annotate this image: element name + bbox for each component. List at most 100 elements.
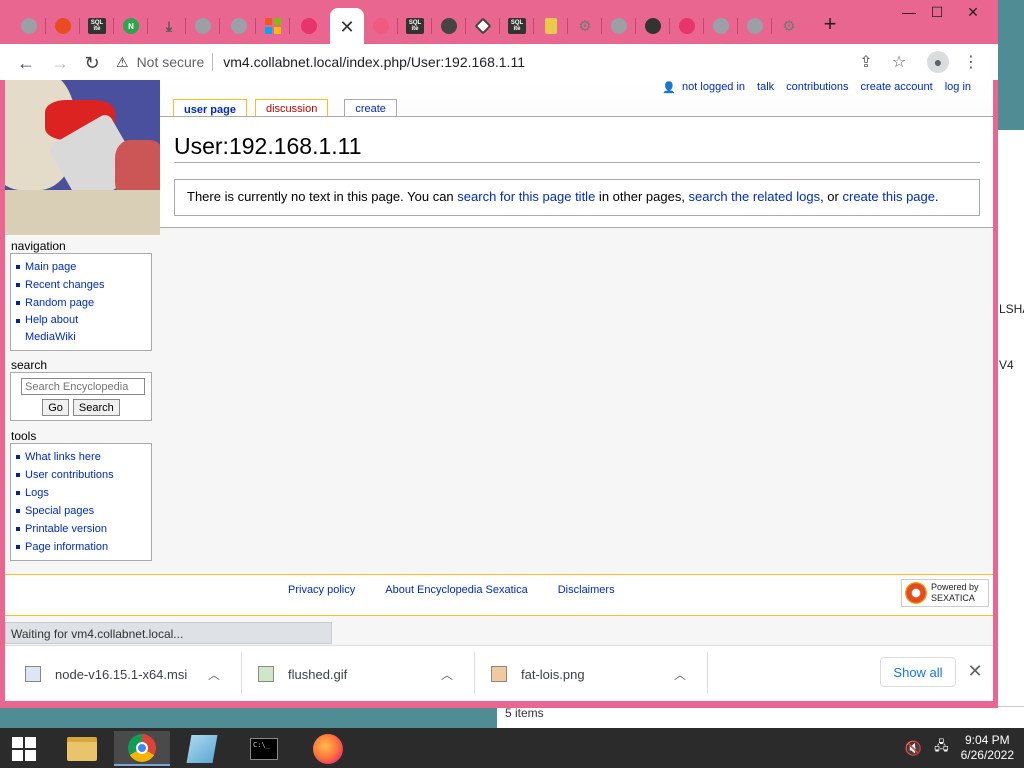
network-icon[interactable]: 🖧 — [934, 737, 949, 759]
window-close-button[interactable]: ✕ — [950, 0, 996, 24]
create-account-link[interactable]: create account — [861, 81, 933, 94]
browser-tab[interactable]: N — [114, 10, 148, 42]
forward-arrow-icon[interactable]: → — [46, 49, 74, 77]
about-link[interactable]: About Encyclopedia Sexatica — [385, 584, 527, 596]
tool-logs[interactable]: Logs — [15, 484, 145, 502]
log-in-link[interactable]: log in — [945, 81, 971, 94]
tab-discussion[interactable]: discussion — [254, 99, 329, 117]
download-item[interactable]: flushed.gif ︿ — [258, 646, 456, 702]
no-text-notice: There is currently no text in this page.… — [174, 179, 980, 216]
background-window: LSHA V4 — [996, 130, 1024, 710]
profile-button[interactable]: ● — [926, 50, 950, 74]
create-page-link[interactable]: create this page — [842, 189, 935, 204]
sqlite-icon: SQL ite — [508, 18, 526, 34]
contributions-link[interactable]: contributions — [786, 81, 848, 94]
browser-tab[interactable] — [534, 10, 568, 42]
browser-tab[interactable] — [256, 10, 290, 42]
shield-icon — [645, 18, 661, 34]
firefox-icon — [301, 18, 317, 34]
browser-tab[interactable] — [704, 10, 738, 42]
sqlite-icon: SQL ite — [406, 18, 424, 34]
chevron-up-icon[interactable]: ︿ — [438, 666, 456, 683]
cmd-taskbar[interactable]: C:\_ — [236, 731, 292, 766]
reload-icon[interactable]: ↻ — [78, 49, 106, 77]
active-tab-close-button[interactable]: ✕ — [330, 8, 364, 46]
chevron-up-icon[interactable]: ︿ — [671, 666, 689, 683]
not-logged-in[interactable]: not logged in — [682, 81, 745, 94]
browser-tab[interactable]: ⚙ — [772, 10, 806, 42]
close-downloads-button[interactable]: ✕ — [965, 661, 985, 682]
bookmark-star-icon[interactable]: ☆ — [887, 50, 911, 74]
nav-recent-changes[interactable]: Recent changes — [15, 276, 145, 294]
browser-tab[interactable] — [738, 10, 772, 42]
show-all-button[interactable]: Show all — [880, 657, 956, 687]
nav-random-page[interactable]: Random page — [15, 294, 145, 312]
new-tab-button[interactable]: + — [816, 10, 844, 38]
tool-printable-version[interactable]: Printable version — [15, 520, 145, 538]
tab-create[interactable]: create — [344, 99, 397, 117]
warning-icon: ⚠ — [116, 53, 129, 70]
browser-tab[interactable] — [602, 10, 636, 42]
browser-tab[interactable] — [636, 10, 670, 42]
tool-user-contributions[interactable]: User contributions — [15, 466, 145, 484]
nav-main-page[interactable]: Main page — [15, 258, 145, 276]
page-tabs: user page discussion create — [173, 99, 405, 117]
site-logo[interactable] — [5, 80, 160, 235]
browser-tab[interactable]: SQL ite — [398, 10, 432, 42]
tool-what-links-here[interactable]: What links here — [15, 448, 145, 466]
go-button[interactable]: Go — [42, 399, 69, 416]
globe-icon — [747, 18, 763, 34]
clock[interactable]: 9:04 PM 6/26/2022 — [961, 733, 1014, 763]
tab-user-page[interactable]: user page — [173, 99, 247, 117]
file-explorer-taskbar[interactable] — [54, 731, 110, 766]
tool-special-pages[interactable]: Special pages — [15, 502, 145, 520]
browser-tab[interactable] — [670, 10, 704, 42]
browser-tab[interactable] — [12, 10, 46, 42]
background-window-status: 5 items — [497, 706, 1024, 728]
address-bar[interactable]: ⚠ Not secure vm4.collabnet.local/index.p… — [116, 48, 880, 76]
n-icon: N — [123, 18, 139, 34]
search-input[interactable] — [21, 378, 145, 395]
download-item[interactable]: node-v16.15.1-x64.msi ︿ — [25, 646, 223, 702]
globe-icon — [231, 18, 247, 34]
page-footer: Privacy policy About Encyclopedia Sexati… — [5, 574, 993, 616]
system-tray: 🔇 🖧 9:04 PM 6/26/2022 — [905, 732, 1014, 764]
browser-tab[interactable] — [46, 10, 80, 42]
globe-icon — [195, 18, 211, 34]
chrome-taskbar[interactable] — [114, 731, 170, 766]
browser-tab[interactable] — [432, 10, 466, 42]
browser-tab[interactable]: ⤓ — [152, 10, 186, 42]
search-portlet: search Go Search — [10, 358, 152, 421]
volume-muted-icon[interactable]: 🔇 — [905, 740, 922, 757]
terminal-icon: C:\_ — [250, 737, 278, 760]
share-icon[interactable]: ⇪ — [854, 50, 878, 74]
browser-tab[interactable] — [186, 10, 220, 42]
nav-help[interactable]: Help about MediaWiki — [15, 312, 145, 346]
image-file-icon — [258, 666, 274, 682]
start-button[interactable] — [0, 731, 48, 766]
download-icon: ⤓ — [165, 17, 173, 34]
disclaimers-link[interactable]: Disclaimers — [558, 584, 615, 596]
chevron-up-icon[interactable]: ︿ — [205, 666, 223, 683]
browser-tab[interactable] — [222, 10, 256, 42]
search-related-logs-link[interactable]: search the related logs — [689, 189, 821, 204]
page-title: User:192.168.1.11 — [174, 133, 362, 159]
search-button[interactable]: Search — [72, 399, 120, 416]
download-item[interactable]: fat-lois.png ︿ — [491, 646, 689, 702]
browser-tab[interactable] — [364, 10, 398, 42]
powered-by-badge[interactable]: Powered by SEXATICA — [901, 579, 989, 607]
browser-tab[interactable]: SQL ite — [80, 10, 114, 42]
firefox-taskbar[interactable] — [300, 731, 356, 766]
back-arrow-icon[interactable]: ← — [12, 49, 40, 77]
avatar-icon: ● — [927, 51, 949, 73]
menu-kebab-icon[interactable]: ⋮ — [959, 50, 983, 74]
search-page-title-link[interactable]: search for this page title — [457, 189, 595, 204]
browser-tab[interactable] — [466, 10, 500, 42]
browser-tab[interactable]: ⚙ — [568, 10, 602, 42]
talk-link[interactable]: talk — [757, 81, 774, 94]
tool-page-information[interactable]: Page information — [15, 538, 145, 556]
notepad-taskbar[interactable] — [174, 731, 230, 766]
privacy-policy-link[interactable]: Privacy policy — [288, 584, 355, 596]
browser-tab[interactable] — [292, 10, 326, 42]
browser-tab[interactable]: SQL ite — [500, 10, 534, 42]
